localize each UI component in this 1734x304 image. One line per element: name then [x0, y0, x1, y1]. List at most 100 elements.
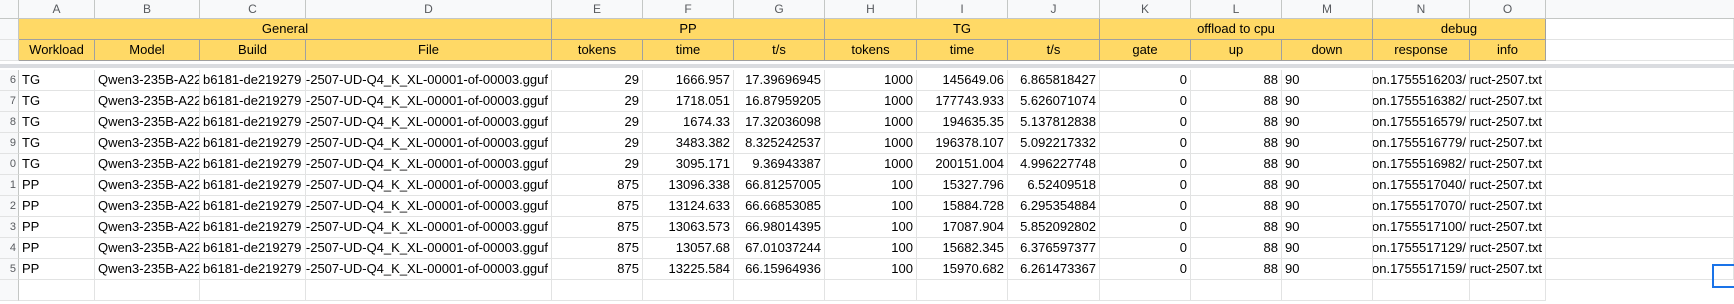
cell-tg-tokens[interactable]: 100: [825, 175, 917, 196]
cell-tg-time[interactable]: 194635.35: [917, 112, 1008, 133]
cell-file[interactable]: ruct-2507-UD-Q4_K_XL-00001-of-00003.gguf: [306, 259, 552, 280]
row-number[interactable]: 8: [0, 112, 19, 133]
header-tg-tps[interactable]: t/s: [1008, 40, 1100, 61]
cell-build[interactable]: b6181-de219279: [200, 154, 306, 175]
cell-down[interactable]: 90: [1282, 154, 1373, 175]
column-header-i[interactable]: I: [917, 0, 1008, 19]
row-number[interactable]: 0: [0, 154, 19, 175]
cell-build[interactable]: b6181-de219279: [200, 91, 306, 112]
cell-workload[interactable]: TG: [19, 112, 95, 133]
cell-gate[interactable]: 0: [1100, 133, 1191, 154]
empty-cell[interactable]: [19, 280, 95, 301]
cell-pp-time[interactable]: 13124.633: [643, 196, 734, 217]
empty-cell[interactable]: [306, 280, 552, 301]
cell-tg-tps[interactable]: 5.092217332: [1008, 133, 1100, 154]
select-all-corner[interactable]: [0, 0, 19, 19]
cell-gate[interactable]: 0: [1100, 175, 1191, 196]
cell-workload[interactable]: TG: [19, 154, 95, 175]
cell-tg-time[interactable]: 17087.904: [917, 217, 1008, 238]
empty-cell[interactable]: [1373, 280, 1470, 301]
cell-tg-time[interactable]: 145649.06: [917, 70, 1008, 91]
cell-down[interactable]: 90: [1282, 175, 1373, 196]
cell-up[interactable]: 88: [1191, 70, 1282, 91]
cell-pp-tokens[interactable]: 29: [552, 112, 643, 133]
cell-pp-time[interactable]: 3095.171: [643, 154, 734, 175]
cell-tg-tps[interactable]: 6.52409518: [1008, 175, 1100, 196]
group-tg[interactable]: TG: [825, 19, 1100, 40]
header-gate[interactable]: gate: [1100, 40, 1191, 61]
cell-file[interactable]: ruct-2507-UD-Q4_K_XL-00001-of-00003.gguf: [306, 133, 552, 154]
selected-cell[interactable]: [1712, 264, 1734, 288]
cell-response[interactable]: /1755516982.json: [1373, 154, 1470, 175]
empty-cell[interactable]: [1008, 280, 1100, 301]
cell-workload[interactable]: PP: [19, 238, 95, 259]
cell-gate[interactable]: 0: [1100, 217, 1191, 238]
empty-cell[interactable]: [1470, 280, 1546, 301]
cell-gate[interactable]: 0: [1100, 259, 1191, 280]
empty-cell[interactable]: [1100, 280, 1191, 301]
header-workload[interactable]: Workload: [19, 40, 95, 61]
cell-gate[interactable]: 0: [1100, 70, 1191, 91]
cell-down[interactable]: 90: [1282, 91, 1373, 112]
cell-info[interactable]: truct-2507.txt: [1470, 238, 1546, 259]
cell-pp-tokens[interactable]: 875: [552, 259, 643, 280]
empty-cell[interactable]: [1546, 238, 1734, 259]
empty-cell[interactable]: [1546, 70, 1734, 91]
column-header-e[interactable]: E: [552, 0, 643, 19]
cell-gate[interactable]: 0: [1100, 238, 1191, 259]
cell-info[interactable]: truct-2507.txt: [1470, 133, 1546, 154]
cell-tg-tokens[interactable]: 1000: [825, 112, 917, 133]
cell-pp-tps[interactable]: 66.98014395: [734, 217, 825, 238]
cell-tg-tokens[interactable]: 100: [825, 259, 917, 280]
empty-cell[interactable]: [1546, 175, 1734, 196]
cell-tg-time[interactable]: 15682.345: [917, 238, 1008, 259]
column-header-k[interactable]: K: [1100, 0, 1191, 19]
cell-pp-time[interactable]: 13063.573: [643, 217, 734, 238]
row-number[interactable]: 7: [0, 91, 19, 112]
cell-tg-tokens[interactable]: 1000: [825, 133, 917, 154]
cell-model[interactable]: Qwen3-235B-A22B: [95, 91, 200, 112]
freeze-divider[interactable]: [0, 64, 1734, 68]
cell-up[interactable]: 88: [1191, 133, 1282, 154]
cell-pp-tps[interactable]: 66.15964936: [734, 259, 825, 280]
cell-up[interactable]: 88: [1191, 112, 1282, 133]
cell-pp-tokens[interactable]: 875: [552, 217, 643, 238]
cell-pp-tokens[interactable]: 29: [552, 70, 643, 91]
header-file[interactable]: File: [306, 40, 552, 61]
cell-file[interactable]: ruct-2507-UD-Q4_K_XL-00001-of-00003.gguf: [306, 70, 552, 91]
cell-response[interactable]: /1755517129.json: [1373, 238, 1470, 259]
cell-build[interactable]: b6181-de219279: [200, 238, 306, 259]
cell-model[interactable]: Qwen3-235B-A22B: [95, 70, 200, 91]
cell-model[interactable]: Qwen3-235B-A22B: [95, 154, 200, 175]
cell-model[interactable]: Qwen3-235B-A22B: [95, 259, 200, 280]
cell-pp-tokens[interactable]: 29: [552, 154, 643, 175]
cell-build[interactable]: b6181-de219279: [200, 112, 306, 133]
cell-tg-tps[interactable]: 5.137812838: [1008, 112, 1100, 133]
column-header-n[interactable]: N: [1373, 0, 1470, 19]
cell-gate[interactable]: 0: [1100, 91, 1191, 112]
cell-tg-tps[interactable]: 4.996227748: [1008, 154, 1100, 175]
cell-pp-time[interactable]: 13225.584: [643, 259, 734, 280]
cell-workload[interactable]: PP: [19, 259, 95, 280]
cell-pp-tps[interactable]: 8.325242537: [734, 133, 825, 154]
column-header-d[interactable]: D: [306, 0, 552, 19]
header-down[interactable]: down: [1282, 40, 1373, 61]
cell-info[interactable]: truct-2507.txt: [1470, 112, 1546, 133]
cell-model[interactable]: Qwen3-235B-A22B: [95, 112, 200, 133]
empty-cell[interactable]: [1282, 280, 1373, 301]
cell-pp-tps[interactable]: 9.36943387: [734, 154, 825, 175]
cell-gate[interactable]: 0: [1100, 196, 1191, 217]
cell-tg-tps[interactable]: 5.852092802: [1008, 217, 1100, 238]
cell-tg-tokens[interactable]: 1000: [825, 70, 917, 91]
cell-down[interactable]: 90: [1282, 238, 1373, 259]
cell-info[interactable]: truct-2507.txt: [1470, 175, 1546, 196]
cell-info[interactable]: truct-2507.txt: [1470, 91, 1546, 112]
cell-build[interactable]: b6181-de219279: [200, 133, 306, 154]
header-response[interactable]: response: [1373, 40, 1470, 61]
empty-cell[interactable]: [1546, 112, 1734, 133]
cell-down[interactable]: 90: [1282, 217, 1373, 238]
cell-model[interactable]: Qwen3-235B-A22B: [95, 217, 200, 238]
cell-build[interactable]: b6181-de219279: [200, 175, 306, 196]
column-header-o[interactable]: O: [1470, 0, 1546, 19]
header-tg-tokens[interactable]: tokens: [825, 40, 917, 61]
